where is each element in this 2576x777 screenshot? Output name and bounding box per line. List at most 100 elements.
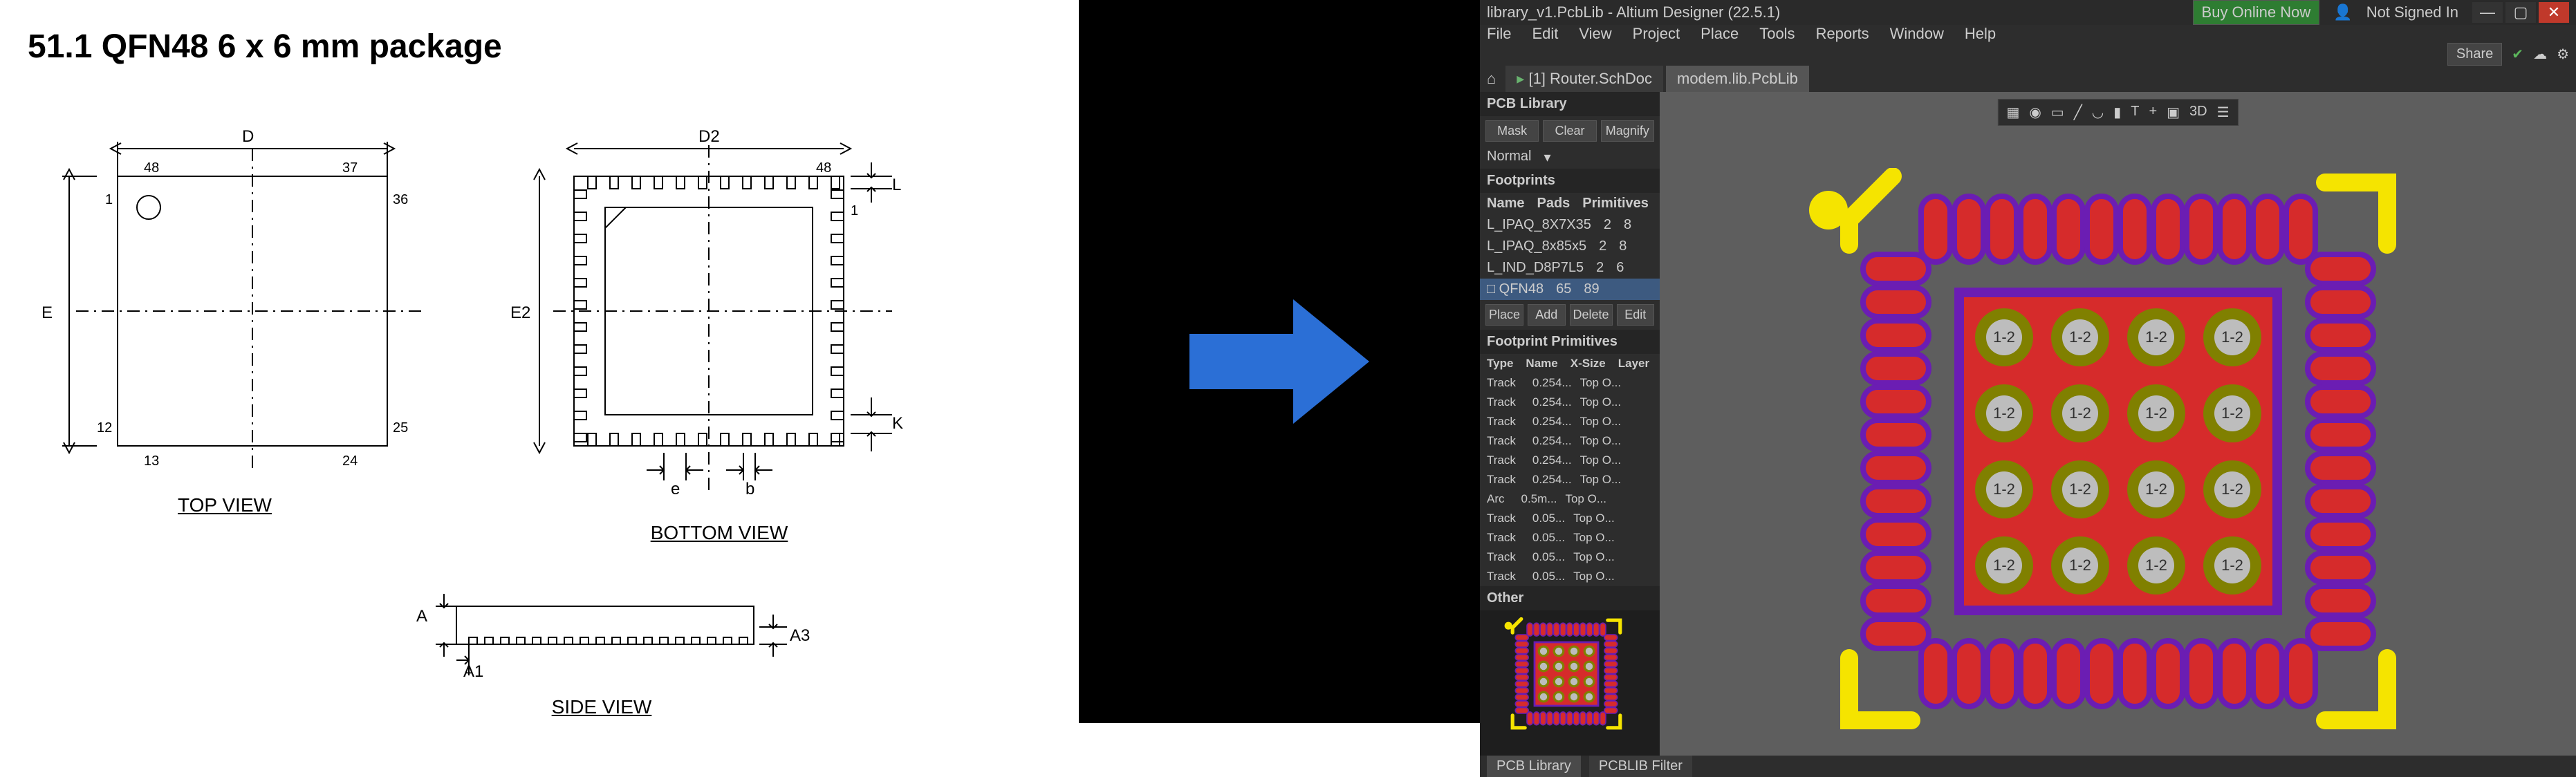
svg-text:1-2: 1-2	[2221, 404, 2243, 422]
top-view-label: TOP VIEW	[178, 494, 272, 516]
mask-button[interactable]: Mask	[1485, 120, 1539, 142]
place-tool-icon[interactable]: +	[2149, 104, 2157, 121]
svg-text:b: b	[745, 480, 754, 498]
side-view-drawing: A A1 A3	[387, 586, 816, 682]
svg-text:25: 25	[393, 420, 408, 436]
footprints-header: Footprints	[1480, 169, 1660, 193]
arc-tool-icon[interactable]: ◡	[2092, 104, 2104, 121]
menu-file[interactable]: File	[1487, 25, 1511, 43]
track-tool-icon[interactable]: ╱	[2074, 104, 2082, 121]
add-button[interactable]: Add	[1528, 304, 1565, 326]
via-tool-icon[interactable]: ◉	[2029, 104, 2041, 121]
doc-tab-2[interactable]: modem.lib.PcbLib	[1666, 66, 1809, 92]
footprint-row[interactable]: L_IPAQ_8x85x528	[1480, 236, 1660, 257]
svg-text:37: 37	[342, 160, 358, 176]
panel-tabs: PCB Library PCBLIB Filter	[1480, 756, 2576, 777]
side-view-block: A A1 A3 SIDE VIEW	[152, 586, 1051, 718]
panel-tab[interactable]: PCBLIB Filter	[1589, 756, 1692, 777]
svg-text:1: 1	[851, 203, 858, 218]
footprint-row[interactable]: L_IND_D8P7L526	[1480, 257, 1660, 279]
footprint-row[interactable]: L_IPAQ_8X7X3528	[1480, 214, 1660, 236]
svg-text:24: 24	[342, 453, 358, 469]
top-right-toolbar: Share ✔ ☁ ⚙	[1480, 43, 2576, 66]
primitive-row[interactable]: Track0.05...Top O...	[1480, 547, 1660, 567]
svg-text:E2: E2	[510, 303, 530, 322]
primitive-row[interactable]: Track0.254...Top O...	[1480, 393, 1660, 412]
3d-tool-icon[interactable]: 3D	[2189, 104, 2207, 121]
clear-button[interactable]: Clear	[1543, 120, 1596, 142]
svg-text:1-2: 1-2	[1993, 556, 2015, 574]
top-view-block: D E 48 37 36 25 24	[28, 107, 422, 544]
primitive-row[interactable]: Track0.05...Top O...	[1480, 528, 1660, 547]
primitive-row[interactable]: Track0.254...Top O...	[1480, 373, 1660, 393]
cloud-icon[interactable]: ☁	[2533, 46, 2547, 63]
window-close-button[interactable]: ✕	[2539, 2, 2569, 23]
user-icon[interactable]: 👤	[2333, 3, 2352, 21]
edit-button[interactable]: Edit	[1617, 304, 1654, 326]
svg-text:1-2: 1-2	[2145, 556, 2167, 574]
arrow-strip	[1079, 0, 1480, 723]
svg-text:1-2: 1-2	[2069, 404, 2091, 422]
svg-text:e: e	[671, 480, 680, 498]
svg-text:1-2: 1-2	[2145, 480, 2167, 498]
datasheet-title: 51.1 QFN48 6 x 6 mm package	[28, 28, 1051, 66]
primitive-list: Track0.254...Top O...Track0.254...Top O.…	[1480, 373, 1660, 586]
menu-project[interactable]: Project	[1633, 25, 1680, 43]
svg-text:1-2: 1-2	[1993, 480, 2015, 498]
menu-reports[interactable]: Reports	[1816, 25, 1869, 43]
svg-text:13: 13	[144, 453, 159, 469]
magnify-button[interactable]: Magnify	[1601, 120, 1654, 142]
svg-text:1-2: 1-2	[2069, 328, 2091, 346]
doc-tab-1[interactable]: ▸ [1] Router.SchDoc	[1505, 66, 1663, 92]
menu-place[interactable]: Place	[1701, 25, 1739, 43]
menu-view[interactable]: View	[1579, 25, 1611, 43]
primitive-row[interactable]: Track0.05...Top O...	[1480, 509, 1660, 528]
svg-text:12: 12	[97, 420, 112, 436]
side-panel: PCB Library MaskClearMagnify Normal ▾ Fo…	[1480, 92, 1660, 756]
svg-text:48: 48	[816, 160, 831, 176]
primitive-row[interactable]: Track0.254...Top O...	[1480, 470, 1660, 489]
place-button[interactable]: Place	[1485, 304, 1523, 326]
text-tool-icon[interactable]: T	[2131, 104, 2139, 121]
window-maximize-button[interactable]: ▢	[2505, 2, 2536, 23]
menu-help[interactable]: Help	[1965, 25, 1996, 43]
grid-tool-icon[interactable]: ▦	[2006, 104, 2019, 121]
primitive-row[interactable]: Arc0.5m...Top O...	[1480, 489, 1660, 509]
svg-text:1-2: 1-2	[1993, 404, 2015, 422]
primitives-header: Footprint Primitives	[1480, 330, 1660, 354]
gear-icon[interactable]: ⚙	[2557, 46, 2569, 63]
svg-text:A3: A3	[790, 626, 810, 645]
svg-text:1-2: 1-2	[2221, 328, 2243, 346]
comp-tool-icon[interactable]: ▣	[2167, 104, 2180, 121]
pad-tool-icon[interactable]: ▭	[2051, 104, 2064, 121]
mode-dropdown[interactable]: Normal	[1487, 149, 1531, 166]
panel-tab[interactable]: PCB Library	[1487, 756, 1581, 777]
delete-button[interactable]: Delete	[1570, 304, 1613, 326]
window-minimize-button[interactable]: —	[2472, 2, 2503, 23]
footprint-actions: PlaceAddDeleteEdit	[1480, 300, 1660, 330]
menu-window[interactable]: Window	[1890, 25, 1944, 43]
svg-text:1-2: 1-2	[2145, 328, 2167, 346]
buy-button[interactable]: Buy Online Now	[2193, 0, 2320, 25]
mode-buttons: MaskClearMagnify	[1480, 116, 1660, 146]
menu-tools[interactable]: Tools	[1759, 25, 1795, 43]
primitive-row[interactable]: Track0.05...Top O...	[1480, 567, 1660, 586]
svg-text:1-2: 1-2	[2145, 404, 2167, 422]
pcb-canvas[interactable]: ▦ ◉ ▭ ╱ ◡ ▮ T + ▣ 3D ☰ 1-2 1-2 1-2 1-2 1-2 1-2 1-2 1-2 1-2…	[1660, 92, 2576, 756]
menu-edit[interactable]: Edit	[1532, 25, 1558, 43]
footprint-row[interactable]: □ QFN486589	[1480, 279, 1660, 300]
side-view-label: SIDE VIEW	[552, 696, 652, 718]
svg-text:D2: D2	[698, 127, 720, 146]
footprint-list: L_IPAQ_8X7X3528L_IPAQ_8x85x528L_IND_D8P7…	[1480, 214, 1660, 300]
primitive-row[interactable]: Track0.254...Top O...	[1480, 451, 1660, 470]
layer-tool-icon[interactable]: ☰	[2217, 104, 2230, 121]
bottom-view-drawing: D2 E2	[505, 107, 934, 508]
svg-text:K: K	[892, 414, 903, 433]
fill-tool-icon[interactable]: ▮	[2113, 104, 2121, 121]
primitive-row[interactable]: Track0.254...Top O...	[1480, 412, 1660, 431]
signin-status[interactable]: Not Signed In	[2366, 3, 2458, 21]
home-icon[interactable]: ⌂	[1487, 70, 1496, 88]
share-button[interactable]: Share	[2447, 43, 2502, 66]
svg-text:1-2: 1-2	[2069, 556, 2091, 574]
primitive-row[interactable]: Track0.254...Top O...	[1480, 431, 1660, 451]
